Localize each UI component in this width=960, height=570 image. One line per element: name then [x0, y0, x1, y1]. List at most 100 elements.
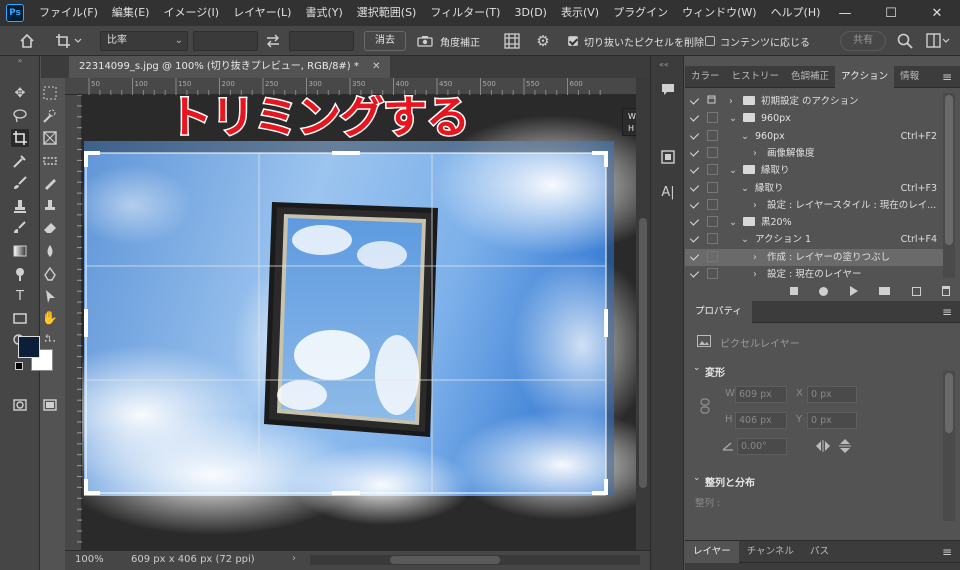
- dialog-toggle[interactable]: [707, 95, 718, 106]
- action-row[interactable]: ⌄ 縁取り Ctrl+F3: [685, 180, 943, 197]
- tab-2[interactable]: 色調補正: [785, 66, 835, 88]
- type-tool-icon[interactable]: T: [11, 287, 29, 305]
- frame-tool-icon[interactable]: [41, 129, 59, 147]
- action-row[interactable]: ⌄ アクション 1 Ctrl+F4: [685, 231, 943, 248]
- chevron-down-icon[interactable]: ⌄: [729, 214, 737, 231]
- history-brush-tool-icon[interactable]: [11, 219, 29, 237]
- share-button[interactable]: 共有: [840, 31, 886, 51]
- panel-menu-icon[interactable]: ≡: [942, 305, 952, 319]
- check-icon[interactable]: [690, 131, 700, 141]
- check-icon[interactable]: [690, 269, 700, 279]
- menu-item[interactable]: レイヤー(L): [226, 0, 298, 26]
- zoom-level[interactable]: 100%: [75, 554, 104, 565]
- brush-tool-icon[interactable]: [11, 174, 29, 192]
- chevron-down-icon[interactable]: ⌄: [693, 363, 701, 373]
- action-row[interactable]: › 作成 : レイヤーの塗りつぶし: [685, 248, 943, 266]
- quick-mask-icon[interactable]: [11, 396, 29, 414]
- search-icon[interactable]: [896, 32, 914, 50]
- actions-scrollbar[interactable]: [943, 93, 955, 278]
- pattern-stamp-icon[interactable]: [41, 197, 59, 215]
- menu-item[interactable]: ウィンドウ(W): [675, 0, 763, 26]
- dodge-tool-icon[interactable]: [11, 265, 29, 283]
- tab-3[interactable]: アクション: [835, 66, 895, 88]
- check-icon[interactable]: [690, 113, 700, 123]
- comments-icon[interactable]: [657, 78, 679, 100]
- marquee-tool-icon[interactable]: [41, 84, 59, 102]
- content-aware-checkbox[interactable]: [705, 36, 715, 46]
- dialog-toggle[interactable]: [707, 233, 718, 245]
- chevron-right-icon[interactable]: ›: [753, 145, 757, 162]
- trash-icon[interactable]: [941, 286, 950, 296]
- tab-properties[interactable]: プロパティ: [685, 301, 752, 323]
- layers-tab-0[interactable]: レイヤー: [685, 541, 739, 563]
- check-icon[interactable]: [690, 200, 700, 210]
- foreground-color[interactable]: [18, 336, 40, 358]
- dialog-toggle[interactable]: [707, 216, 718, 228]
- close-button[interactable]: ✕: [914, 0, 960, 26]
- lasso-tool-icon[interactable]: [11, 107, 29, 125]
- document-canvas[interactable]: トリミングする: [82, 95, 636, 550]
- spot-healing-icon[interactable]: [41, 152, 59, 170]
- width-field[interactable]: 609 px: [735, 386, 787, 403]
- x-field[interactable]: 0 px: [807, 386, 857, 403]
- tab-4[interactable]: 情報: [894, 66, 925, 88]
- menu-item[interactable]: ファイル(F): [32, 0, 105, 26]
- clone-stamp-tool-icon[interactable]: [11, 197, 29, 215]
- pencil-tool-icon[interactable]: [41, 174, 59, 192]
- document-tab[interactable]: 22314099_s.jpg @ 100% (切り抜きプレビュー, RGB/8#…: [69, 56, 391, 78]
- chevron-down-icon[interactable]: ⌄: [741, 180, 749, 197]
- tab-0[interactable]: カラー: [685, 66, 726, 88]
- dialog-toggle[interactable]: [707, 268, 718, 279]
- chevron-right-icon[interactable]: ›: [753, 197, 757, 214]
- screen-mode-icon[interactable]: [41, 396, 59, 414]
- character-icon[interactable]: A|: [657, 181, 679, 203]
- menu-item[interactable]: フィルター(T): [423, 0, 507, 26]
- eraser-tool-icon[interactable]: [41, 219, 59, 237]
- new-set-icon[interactable]: [879, 287, 891, 295]
- action-row[interactable]: › 初期設定 のアクション: [685, 93, 943, 110]
- overlay-grid-icon[interactable]: [503, 32, 521, 50]
- close-tab-icon[interactable]: ✕: [372, 61, 380, 72]
- panel-menu-icon[interactable]: ≡: [942, 545, 952, 559]
- dialog-toggle[interactable]: [707, 181, 718, 193]
- y-field[interactable]: 0 px: [807, 412, 857, 429]
- check-icon[interactable]: [690, 165, 700, 175]
- path-select-icon[interactable]: [41, 287, 59, 305]
- actions-scroll-thumb[interactable]: [945, 95, 953, 245]
- tab-1[interactable]: ヒストリー: [726, 66, 786, 88]
- flip-vertical-icon[interactable]: [839, 438, 851, 454]
- vertical-scrollbar[interactable]: [636, 78, 650, 550]
- dialog-toggle[interactable]: [707, 112, 718, 124]
- menu-item[interactable]: 3D(D): [507, 0, 554, 26]
- chevron-down-icon[interactable]: ⌄: [693, 473, 701, 483]
- crop-tool-icon[interactable]: [11, 129, 29, 147]
- menu-item[interactable]: ヘルプ(H): [764, 0, 828, 26]
- properties-scroll-thumb[interactable]: [945, 373, 953, 433]
- chevron-down-icon[interactable]: ⌄: [729, 110, 737, 127]
- menu-item[interactable]: 選択範囲(S): [350, 0, 424, 26]
- action-row[interactable]: › 画像解像度: [685, 145, 943, 162]
- gear-icon[interactable]: ⚙: [534, 32, 552, 50]
- play-icon[interactable]: [849, 286, 858, 296]
- straighten-label[interactable]: 角度補正: [440, 34, 480, 49]
- quick-select-icon[interactable]: [41, 107, 59, 125]
- home-icon[interactable]: [18, 32, 36, 50]
- menu-item[interactable]: 編集(E): [105, 0, 157, 26]
- check-icon[interactable]: [690, 148, 700, 158]
- pen-tool-icon[interactable]: [41, 265, 59, 283]
- workspace-icon[interactable]: [926, 32, 950, 50]
- chevron-right-icon[interactable]: ›: [753, 266, 757, 283]
- new-action-icon[interactable]: [911, 286, 921, 296]
- action-row[interactable]: ⌄ 960px Ctrl+F2: [685, 128, 943, 145]
- scroll-thumb[interactable]: [639, 218, 647, 488]
- dialog-toggle[interactable]: [707, 198, 718, 210]
- shape-tool-icon[interactable]: [11, 309, 29, 327]
- chevron-down-icon[interactable]: ⌄: [741, 128, 749, 145]
- action-row[interactable]: ⌄ 黒20%: [685, 214, 943, 231]
- width-input[interactable]: [193, 31, 258, 51]
- chevron-right-icon[interactable]: ›: [753, 249, 757, 266]
- navigator-icon[interactable]: [657, 146, 679, 168]
- dialog-toggle[interactable]: [707, 250, 718, 262]
- collapse-icon[interactable]: »: [10, 57, 30, 65]
- menu-item[interactable]: イメージ(I): [156, 0, 226, 26]
